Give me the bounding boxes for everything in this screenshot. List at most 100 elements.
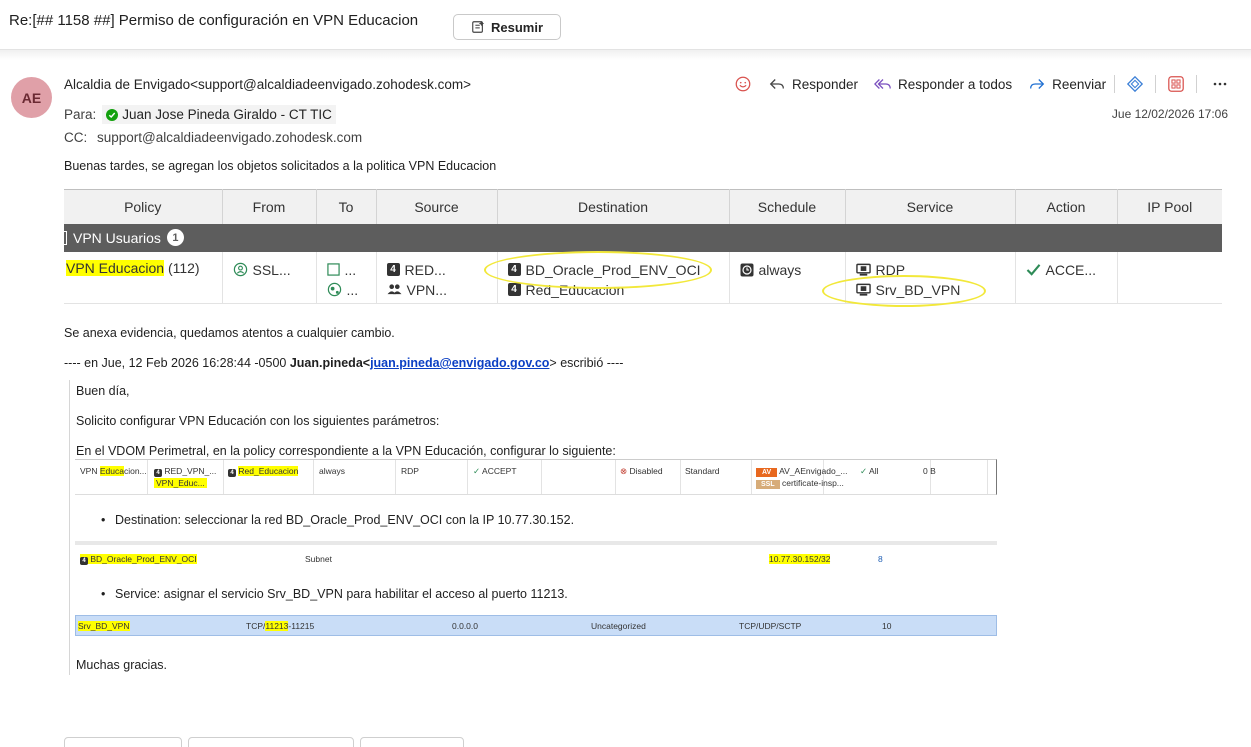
snip3-cat: Uncategorized [591, 621, 646, 631]
ssl-vpn-icon [233, 262, 247, 277]
reaction-button[interactable] [734, 75, 752, 93]
message-header: Re:[## 1158 ##] Permiso de configuración… [0, 0, 1251, 50]
snip1-standard: Standard [685, 466, 720, 476]
snip1-src1: RED_VPN_... [164, 466, 217, 476]
col-policy: Policy [64, 189, 223, 224]
annex-text: Se anexa evidencia, quedamos atentos a c… [64, 326, 395, 340]
snip1-disabled: Disabled [629, 466, 663, 476]
reply-label: Responder [792, 76, 859, 92]
snip1-svc: RDP [401, 466, 419, 476]
col-source: Source [376, 189, 498, 224]
actions-divider-3 [1196, 75, 1198, 93]
bottom-reply-all-button[interactable] [188, 737, 354, 747]
col-from: From [222, 189, 317, 224]
snip2-ref: 8 [878, 554, 883, 564]
snip1-policy-pre: VPN [80, 466, 100, 476]
quote-line-2: Solicito configurar VPN Educación con lo… [76, 414, 440, 428]
col-service: Service [845, 189, 1016, 224]
snip1-dst: Red_Educacion [238, 466, 299, 476]
col-ip-pool: IP Pool [1117, 189, 1222, 224]
quote-email-link[interactable]: juan.pineda@envigado.gov.co [370, 356, 549, 370]
recipient-chip[interactable]: Juan Jose Pineda Giraldo - CT TIC [102, 105, 336, 124]
apps-icon [1168, 76, 1184, 92]
body-greeting: Buenas tardes, se agregan los objetos so… [64, 159, 497, 173]
schedule-icon [740, 263, 753, 276]
policy-name: VPN Educacion [66, 259, 165, 276]
bottom-reply-button[interactable] [64, 737, 182, 747]
bottom-forward-button[interactable] [360, 737, 464, 747]
snip2-ip: 10.77.30.152/32 [769, 554, 831, 564]
source-value-2: VPN... [406, 281, 447, 298]
forward-button[interactable]: Reenviar [1028, 75, 1106, 93]
snip1-act: ACCEPT [482, 466, 517, 476]
address-object-icon: 4 [507, 283, 521, 296]
more-actions-button[interactable] [1209, 73, 1231, 95]
service-screenshot: Srv_BD_VPN TCP/11213-11215 0.0.0.0 Uncat… [75, 615, 997, 636]
bottom-action-buttons [64, 737, 464, 747]
table-header-row: Policy From To Source Destination Schedu… [64, 189, 1222, 224]
highlight-ellipse-service [822, 275, 986, 307]
snip1-bytes: 0 B [923, 466, 936, 476]
more-icon [1213, 82, 1227, 86]
forward-icon [1030, 79, 1045, 89]
snip1-src2: VPN_Educ... [156, 478, 205, 488]
group-row: VPN Usuarios 1 [63, 223, 1222, 252]
snip1-av-name: AV_AEnvigado_... [779, 466, 848, 476]
quote-header-suffix: > escribió ---- [549, 356, 624, 370]
quote-header: ---- en Jue, 12 Feb 2026 16:28:44 -0500 … [64, 356, 623, 370]
user-group-icon [387, 284, 401, 295]
actions-divider [1114, 75, 1116, 93]
action-value: ACCE... [1045, 261, 1097, 278]
quote-sender: Juan.pineda< [289, 356, 371, 370]
quote-line-3: En el VDOM Perimetral, en la policy corr… [76, 444, 616, 458]
col-schedule: Schedule [729, 189, 846, 224]
smiley-icon [735, 76, 751, 92]
address-screenshot: 4 BD_Oracle_Prod_ENV_OCI Subnet 10.77.30… [75, 541, 997, 569]
recipient-line: Para: Juan Jose Pineda Giraldo - CT TIC [64, 105, 336, 124]
quote-bullet-service: Service: asignar el servicio Srv_BD_VPN … [101, 587, 568, 601]
service-icon [855, 263, 871, 276]
summarize-button[interactable]: Resumir [453, 14, 561, 40]
reply-all-button[interactable]: Responder a todos [874, 75, 1012, 93]
snip1-av-badge: AV [756, 468, 778, 477]
snip3-proto-hl: 11213 [265, 621, 289, 631]
cc-recipient[interactable]: support@alcaldiadeenvigado.zohodesk.com [97, 130, 362, 145]
accept-check-icon [1026, 264, 1040, 276]
header-divider [0, 50, 1251, 60]
col-action: Action [1015, 189, 1118, 224]
forward-label: Reenviar [1052, 76, 1107, 92]
quote-closing: Muchas gracias. [76, 658, 168, 672]
group-name: VPN Usuarios [73, 229, 161, 246]
policy-id: (112) [167, 259, 200, 276]
col-to: To [316, 189, 377, 224]
snip1-all: All [869, 466, 879, 476]
address-object-icon: 4 [386, 263, 400, 276]
sender-from[interactable]: Alcaldia de Envigado<support@alcaldiadee… [64, 77, 471, 92]
snip1-sched: always [319, 466, 345, 476]
to-value-1: ... [344, 261, 357, 278]
summarize-icon [472, 20, 485, 33]
interface-icon [326, 263, 340, 276]
presence-available-icon [106, 108, 119, 121]
message-actions: Responder Responder a todos Reenviar [734, 73, 1234, 95]
reply-all-label: Responder a todos [898, 76, 1013, 92]
snip3-proto-post: -11215 [288, 621, 315, 631]
message-date: Jue 12/02/2026 17:06 [1111, 107, 1228, 121]
reply-icon [769, 79, 784, 89]
apps-button[interactable] [1165, 73, 1187, 95]
reply-button[interactable]: Responder [768, 75, 858, 93]
loop-button[interactable] [1124, 73, 1146, 95]
snip1-ssl-name: certificate-insp... [782, 478, 844, 488]
from-value: SSL... [252, 261, 291, 278]
quote-line-1: Buen día, [76, 384, 130, 398]
actions-divider-2 [1155, 75, 1157, 93]
avatar: AE [11, 77, 52, 118]
highlight-ellipse-destination [484, 251, 712, 289]
snip1-ssl-badge: SSL [756, 480, 780, 489]
policy-screenshot: VPN Educacion... 4 RED_VPN_... VPN_Educ.… [75, 459, 997, 495]
loop-icon [1127, 75, 1144, 93]
recipient-name: Juan Jose Pineda Giraldo - CT TIC [122, 107, 332, 122]
ip-pool-cell [1117, 251, 1222, 304]
summarize-label: Resumir [490, 19, 544, 35]
quote-header-prefix: ---- en Jue, 12 Feb 2026 16:28:44 -0500 [64, 356, 290, 370]
